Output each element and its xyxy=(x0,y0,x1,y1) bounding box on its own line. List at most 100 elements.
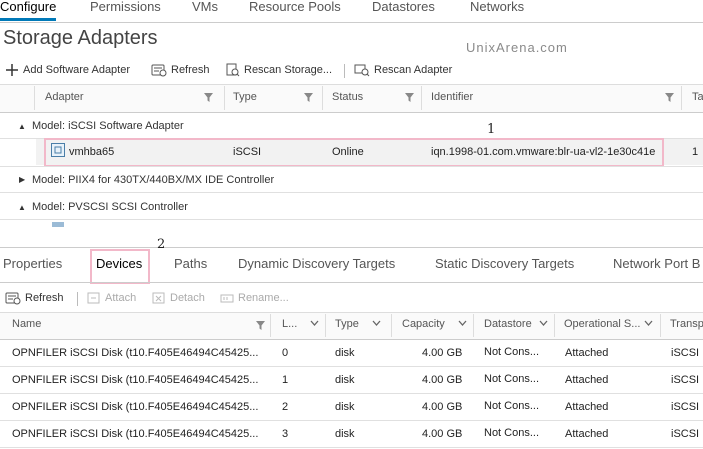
device-datastore: Not Cons... xyxy=(484,400,540,412)
tab-paths[interactable]: Paths xyxy=(174,256,207,271)
top-tab-bar: Configure Permissions VMs Resource Pools… xyxy=(0,0,703,23)
device-lun: 3 xyxy=(282,428,289,440)
group-iscsi-software-adapter[interactable]: Model: iSCSI Software Adapter xyxy=(32,120,184,132)
tab-configure[interactable]: Configure xyxy=(0,0,57,21)
attach-label: Attach xyxy=(105,292,137,304)
annotation-2: 2 xyxy=(157,237,166,252)
highlight-box-devices xyxy=(90,249,150,284)
refresh-devices-label: Refresh xyxy=(25,292,64,304)
table-row[interactable]: OPNFILER iSCSI Disk (t10.F405E46494C4542… xyxy=(0,421,703,447)
rescan-adapter-label: Rescan Adapter xyxy=(374,64,453,76)
page-title: Storage Adapters xyxy=(3,27,158,49)
rescan-storage-button[interactable]: Rescan Storage... xyxy=(226,63,332,77)
device-lun: 0 xyxy=(282,347,289,359)
device-transport: iSCSI xyxy=(671,374,700,386)
device-transport: iSCSI xyxy=(671,401,700,413)
attach-icon xyxy=(87,292,100,304)
table-row[interactable]: OPNFILER iSCSI Disk (t10.F405E46494C4542… xyxy=(0,394,703,420)
refresh-label: Refresh xyxy=(171,64,210,76)
plus-icon xyxy=(6,64,18,76)
tab-datastores[interactable]: Datastores xyxy=(372,0,435,14)
highlight-box-adapter xyxy=(44,138,664,167)
attach-button[interactable]: Attach xyxy=(87,291,136,305)
device-operational-state: Attached xyxy=(565,347,609,359)
device-transport: iSCSI xyxy=(671,347,700,359)
device-name: OPNFILER iSCSI Disk (t10.F405E46494C4542… xyxy=(12,428,259,440)
detach-button[interactable]: Detach xyxy=(152,291,205,305)
filter-icon[interactable] xyxy=(405,93,414,102)
device-operational-state: Attached xyxy=(565,401,609,413)
device-capacity: 4.00 GB xyxy=(422,374,463,386)
filter-icon[interactable] xyxy=(204,93,213,102)
col-operational-state[interactable]: Operational S... xyxy=(564,318,640,330)
refresh-adapters-button[interactable]: Refresh xyxy=(151,63,210,77)
device-operational-state: Attached xyxy=(565,428,609,440)
tab-network-port-binding[interactable]: Network Port B xyxy=(613,256,700,271)
refresh-list-icon xyxy=(5,292,21,305)
filter-icon[interactable] xyxy=(665,93,674,102)
device-datastore: Not Cons... xyxy=(484,373,540,385)
rename-icon xyxy=(220,294,234,303)
detach-icon xyxy=(152,292,165,304)
rename-button[interactable]: Rename... xyxy=(220,291,289,305)
device-name: OPNFILER iSCSI Disk (t10.F405E46494C4542… xyxy=(12,347,259,359)
col-capacity[interactable]: Capacity xyxy=(402,318,445,330)
collapse-triangle-icon[interactable]: ▲ xyxy=(18,203,26,212)
adapter-targets: 1 xyxy=(692,146,699,158)
col-status[interactable]: Status xyxy=(332,91,363,103)
collapse-triangle-icon[interactable]: ▲ xyxy=(18,122,26,131)
device-operational-state: Attached xyxy=(565,374,609,386)
chevron-down-icon[interactable] xyxy=(458,320,467,327)
device-name: OPNFILER iSCSI Disk (t10.F405E46494C4542… xyxy=(12,374,259,386)
device-capacity: 4.00 GB xyxy=(422,428,463,440)
tab-resource-pools[interactable]: Resource Pools xyxy=(249,0,341,14)
device-type: disk xyxy=(335,347,355,359)
table-row[interactable]: OPNFILER iSCSI Disk (t10.F405E46494C4542… xyxy=(0,367,703,393)
device-type: disk xyxy=(335,428,355,440)
filter-icon[interactable] xyxy=(304,93,313,102)
rescan-adapter-button[interactable]: Rescan Adapter xyxy=(354,63,452,77)
device-datastore: Not Cons... xyxy=(484,427,540,439)
rename-label: Rename... xyxy=(238,292,289,304)
device-type: disk xyxy=(335,401,355,413)
device-lun: 1 xyxy=(282,374,289,386)
group-piix4-controller[interactable]: Model: PIIX4 for 430TX/440BX/MX IDE Cont… xyxy=(32,174,274,186)
refresh-devices-button[interactable]: Refresh xyxy=(5,291,64,305)
tab-permissions[interactable]: Permissions xyxy=(90,0,161,14)
chevron-down-icon[interactable] xyxy=(310,320,319,327)
col-identifier[interactable]: Identifier xyxy=(431,91,473,103)
tab-networks[interactable]: Networks xyxy=(470,0,524,14)
watermark: UnixArena.com xyxy=(466,40,568,55)
filter-icon[interactable] xyxy=(256,321,265,330)
chevron-down-icon[interactable] xyxy=(644,320,653,327)
chevron-down-icon[interactable] xyxy=(372,320,381,327)
tab-vms[interactable]: VMs xyxy=(192,0,218,14)
col-name[interactable]: Name xyxy=(12,318,41,330)
add-software-adapter-label: Add Software Adapter xyxy=(23,64,131,76)
col-lun[interactable]: L... xyxy=(282,318,297,330)
expand-triangle-icon[interactable]: ▶ xyxy=(19,175,25,184)
annotation-1: 1 xyxy=(487,122,496,137)
device-capacity: 4.00 GB xyxy=(422,347,463,359)
device-name: OPNFILER iSCSI Disk (t10.F405E46494C4542… xyxy=(12,401,259,413)
device-capacity: 4.00 GB xyxy=(422,401,463,413)
tab-dynamic-discovery[interactable]: Dynamic Discovery Targets xyxy=(238,256,395,271)
device-type: disk xyxy=(335,374,355,386)
chevron-down-icon[interactable] xyxy=(539,320,548,327)
device-datastore: Not Cons... xyxy=(484,346,540,358)
col-transport[interactable]: Transp xyxy=(670,318,703,330)
rescan-storage-icon xyxy=(226,63,240,77)
col-datastore[interactable]: Datastore xyxy=(484,318,532,330)
toolbar-divider xyxy=(344,64,345,78)
tab-properties[interactable]: Properties xyxy=(3,256,62,271)
rescan-storage-label: Rescan Storage... xyxy=(244,64,333,76)
add-software-adapter-button[interactable]: Add Software Adapter xyxy=(5,63,130,77)
col-type[interactable]: Type xyxy=(233,91,257,103)
table-row[interactable]: OPNFILER iSCSI Disk (t10.F405E46494C4542… xyxy=(0,339,703,366)
group-pvscsi-controller[interactable]: Model: PVSCSI SCSI Controller xyxy=(32,201,188,213)
col-adapter[interactable]: Adapter xyxy=(45,91,84,103)
col-targets[interactable]: Ta xyxy=(692,91,703,103)
col-type[interactable]: Type xyxy=(335,318,359,330)
tab-static-discovery[interactable]: Static Discovery Targets xyxy=(435,256,574,271)
device-transport: iSCSI xyxy=(671,428,700,440)
